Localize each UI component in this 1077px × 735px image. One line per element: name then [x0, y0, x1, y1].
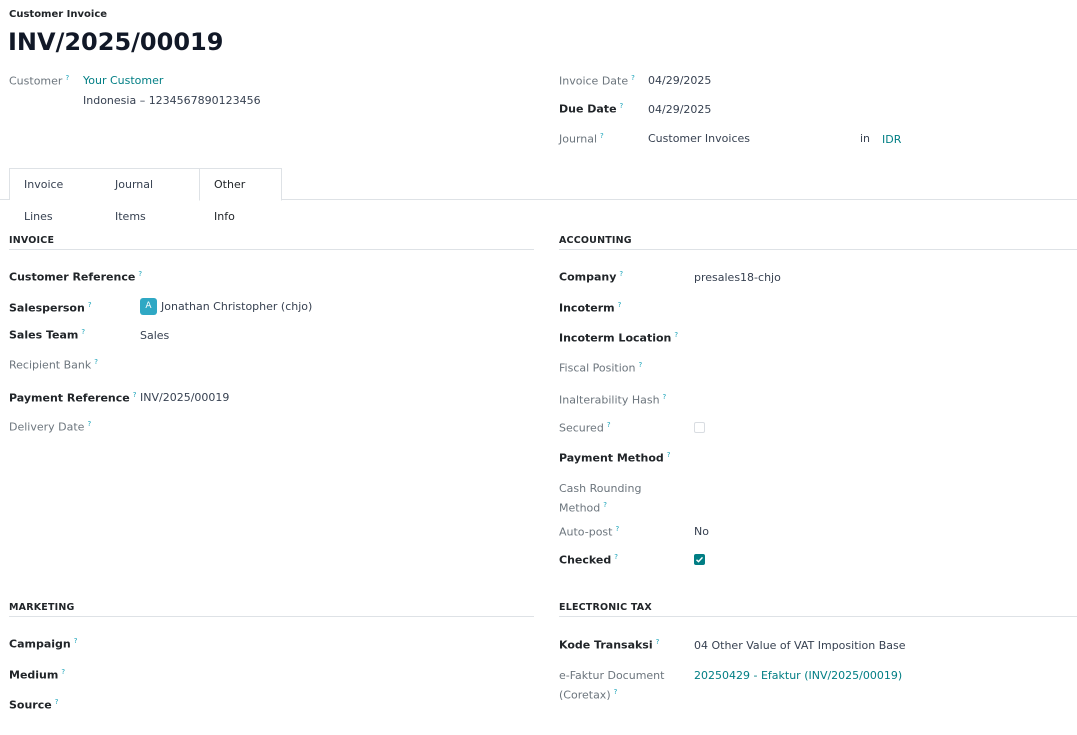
auto-post-field[interactable]: No	[694, 525, 709, 538]
salesperson-name: Jonathan Christopher (chjo)	[161, 300, 313, 313]
tab-other-info[interactable]: Other Info	[199, 168, 282, 223]
accounting-section-divider	[559, 249, 1077, 250]
page-title: INV/2025/00019	[8, 28, 224, 56]
secured-checkbox	[694, 422, 705, 433]
company-label: Company?	[559, 270, 624, 284]
secured-label: Secured?	[559, 421, 611, 435]
help-icon[interactable]: ?	[74, 637, 78, 645]
campaign-label: Campaign?	[9, 637, 78, 651]
salesperson-field[interactable]: A Jonathan Christopher (chjo)	[140, 298, 312, 315]
avatar: A	[140, 298, 157, 315]
kode-transaksi-field[interactable]: 04 Other Value of VAT Imposition Base	[694, 639, 906, 652]
in-label: in	[860, 132, 871, 145]
help-icon[interactable]: ?	[133, 391, 137, 399]
marketing-section-title: MARKETING	[9, 602, 75, 613]
help-icon[interactable]: ?	[674, 331, 678, 339]
checked-checkbox[interactable]	[694, 554, 705, 565]
tab-journal-items[interactable]: Journal Items	[101, 168, 200, 223]
delivery-date-label: Delivery Date?	[9, 420, 92, 434]
help-icon[interactable]: ?	[614, 688, 618, 696]
due-date-field[interactable]: 04/29/2025	[648, 103, 711, 116]
help-icon[interactable]: ?	[603, 501, 607, 509]
help-icon[interactable]: ?	[607, 421, 611, 429]
electronic-tax-section-title: ELECTRONIC TAX	[559, 602, 652, 613]
help-icon[interactable]: ?	[81, 328, 85, 336]
help-icon[interactable]: ?	[615, 525, 619, 533]
payment-reference-label: Payment Reference?	[9, 391, 137, 405]
help-icon[interactable]: ?	[667, 451, 671, 459]
kode-transaksi-label: Kode Transaksi?	[559, 638, 660, 652]
customer-link[interactable]: Your Customer	[83, 74, 163, 87]
currency-link[interactable]: IDR	[882, 133, 901, 146]
help-icon[interactable]: ?	[600, 132, 604, 140]
checkmark-icon	[696, 556, 704, 563]
help-icon[interactable]: ?	[663, 393, 667, 401]
help-icon[interactable]: ?	[61, 668, 65, 676]
company-field[interactable]: presales18-chjo	[694, 271, 781, 284]
help-icon[interactable]: ?	[88, 301, 92, 309]
help-icon[interactable]: ?	[638, 361, 642, 369]
marketing-section-divider	[9, 616, 534, 617]
cash-rounding-label: Cash Rounding Method?	[559, 482, 642, 515]
help-icon[interactable]: ?	[620, 102, 624, 110]
efaktur-link[interactable]: 20250429 - Efaktur (INV/2025/00019)	[694, 669, 902, 682]
help-icon[interactable]: ?	[65, 74, 69, 82]
source-label: Source?	[9, 698, 59, 712]
customer-address: Indonesia – 1234567890123456	[83, 94, 261, 107]
journal-label: Journal?	[559, 132, 604, 146]
medium-label: Medium?	[9, 668, 66, 682]
breadcrumb[interactable]: Customer Invoice	[9, 9, 107, 20]
invoice-date-label: Invoice Date?	[559, 74, 635, 88]
invoice-date-field[interactable]: 04/29/2025	[648, 74, 711, 87]
auto-post-label: Auto-post?	[559, 525, 620, 539]
help-icon[interactable]: ?	[618, 301, 622, 309]
due-date-label: Due Date?	[559, 102, 624, 116]
help-icon[interactable]: ?	[614, 553, 618, 561]
journal-field[interactable]: Customer Invoices	[648, 132, 750, 145]
customer-label: Customer?	[9, 74, 70, 88]
help-icon[interactable]: ?	[94, 358, 98, 366]
help-icon[interactable]: ?	[87, 420, 91, 428]
help-icon[interactable]: ?	[631, 74, 635, 82]
payment-method-label: Payment Method?	[559, 451, 671, 465]
electronic-tax-section-divider	[559, 616, 1077, 617]
invoice-section-title: INVOICE	[9, 235, 55, 246]
incoterm-location-label: Incoterm Location?	[559, 331, 679, 345]
help-icon[interactable]: ?	[55, 698, 59, 706]
payment-reference-field[interactable]: INV/2025/00019	[140, 391, 229, 404]
tab-invoice-lines[interactable]: Invoice Lines	[9, 168, 102, 223]
inalterability-hash-label: Inalterability Hash?	[559, 393, 667, 407]
help-icon[interactable]: ?	[138, 270, 142, 278]
help-icon[interactable]: ?	[656, 638, 660, 646]
invoice-section-divider	[9, 249, 534, 250]
help-icon[interactable]: ?	[619, 270, 623, 278]
customer-reference-label: Customer Reference?	[9, 270, 143, 284]
sales-team-field[interactable]: Sales	[140, 329, 169, 342]
salesperson-label: Salesperson?	[9, 301, 92, 315]
checked-label: Checked?	[559, 553, 618, 567]
accounting-section-title: ACCOUNTING	[559, 235, 632, 246]
incoterm-label: Incoterm?	[559, 301, 622, 315]
efaktur-label: e-Faktur Document (Coretax)?	[559, 669, 665, 702]
recipient-bank-label: Recipient Bank?	[9, 358, 98, 372]
fiscal-position-label: Fiscal Position?	[559, 361, 643, 375]
sales-team-label: Sales Team?	[9, 328, 86, 342]
